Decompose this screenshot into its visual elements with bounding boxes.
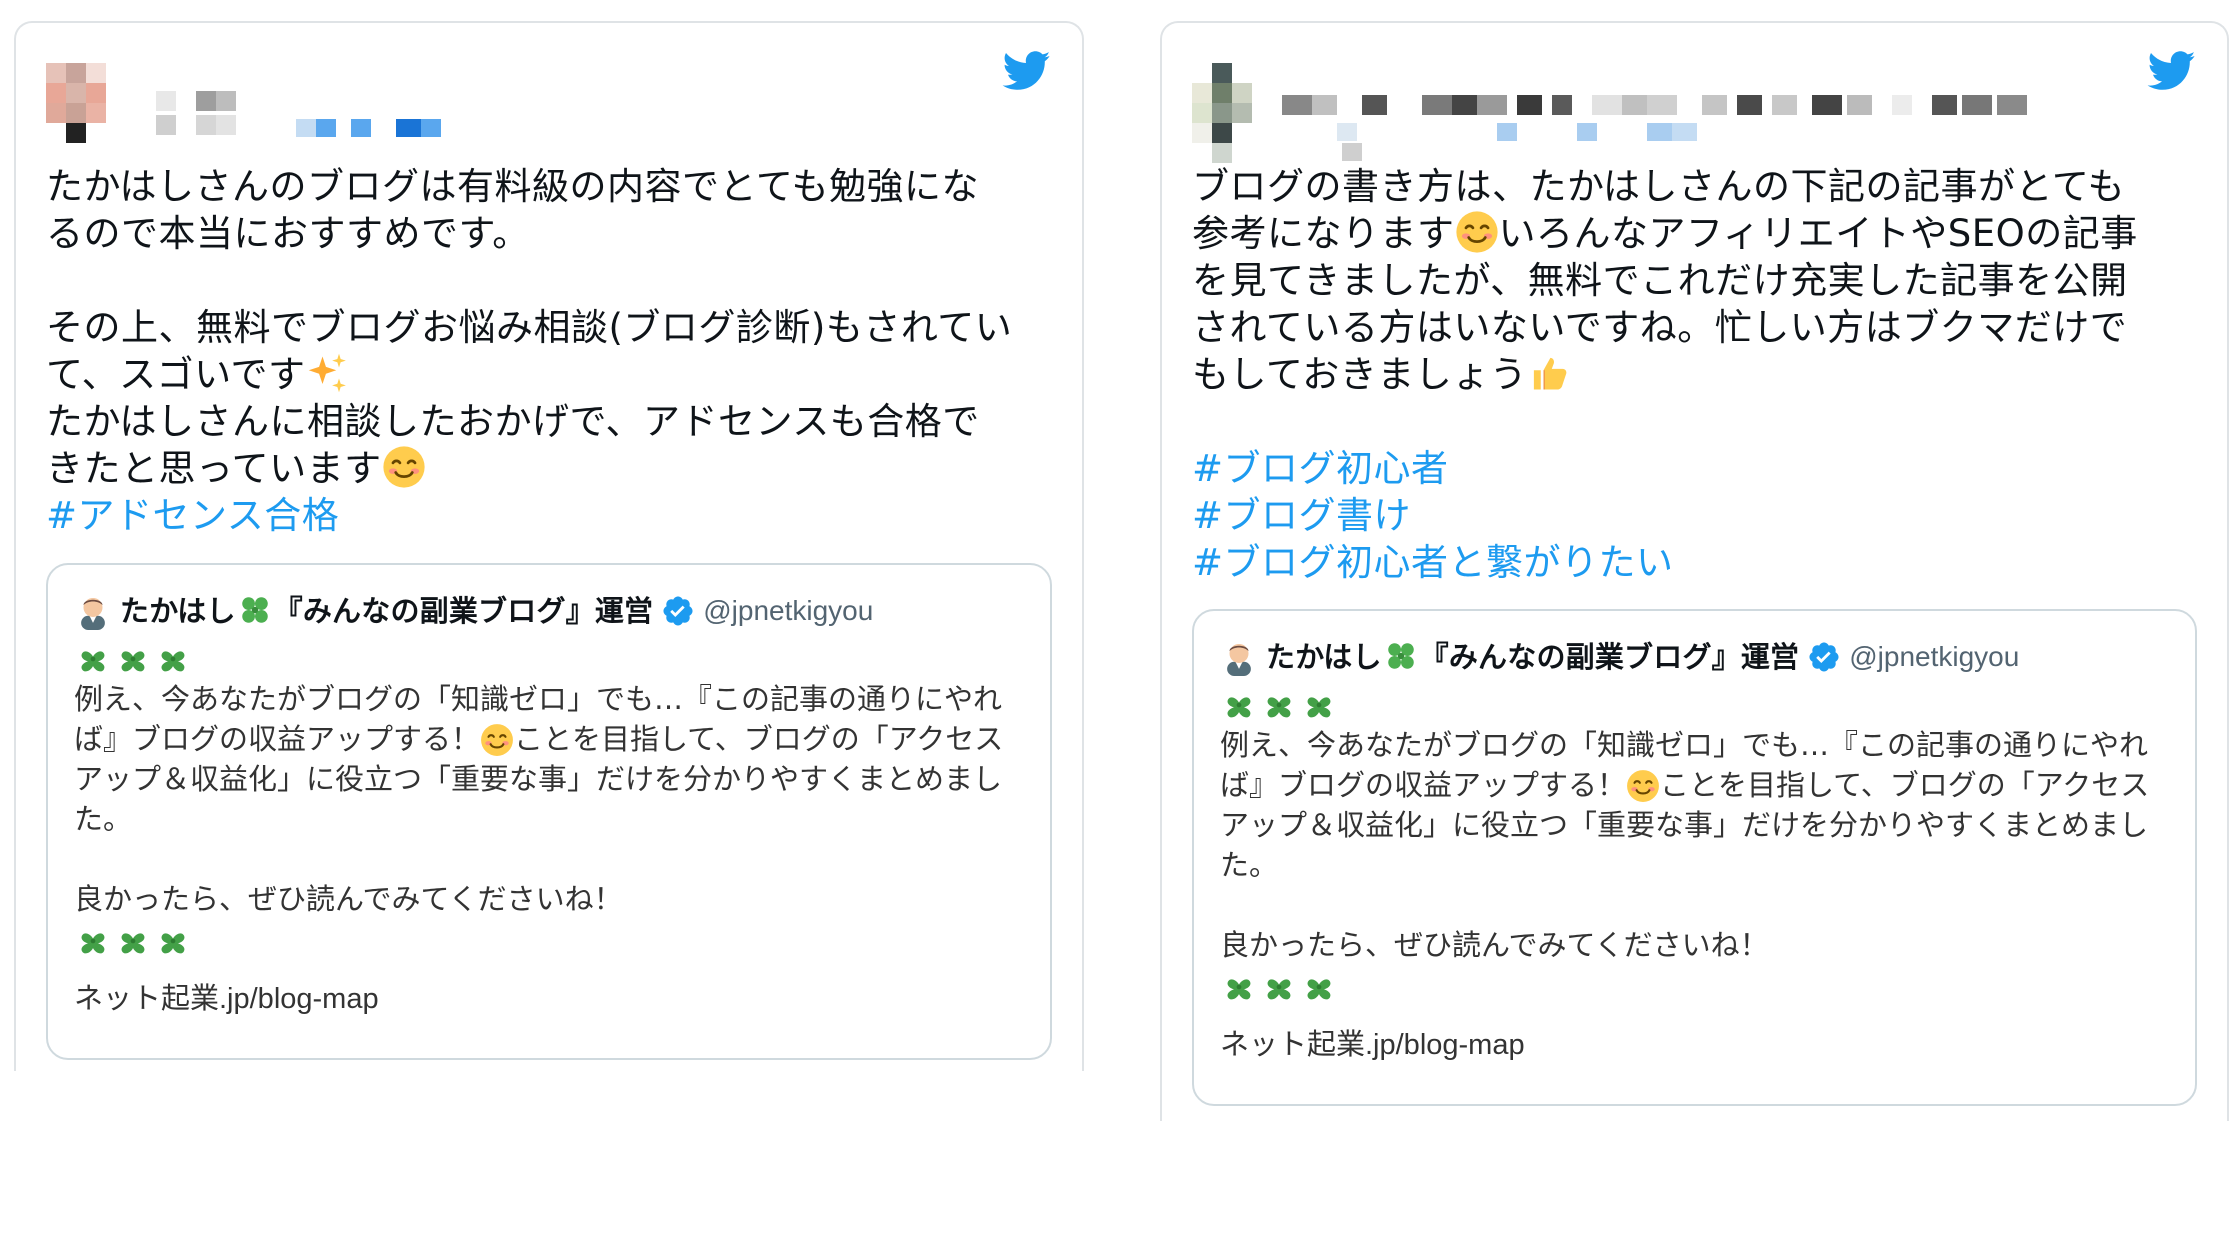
tweet-line: を見てきましたが、無料でこれだけ充実した記事を公開 [1192,259,2128,302]
tweet-line: されている方はいないですね。忙しい方はブクマだけで [1192,306,2128,349]
quoted-tweet-link[interactable]: ネット起業.jp/blog-map [74,979,1024,1019]
clover-icon [1300,968,1338,1006]
smiling-face-emoji [382,445,426,489]
tweet-line: きたと思っています [46,445,1052,492]
hashtag-link[interactable]: #アドセンス合格 [46,492,1052,539]
hashtag-link[interactable]: #ブログ初心者 [1192,445,2197,492]
clover-icon [114,640,152,678]
tweet-text: ブログの書き方は、たかはしさんの下記の記事がとても 参考になります いろんなアフィリ… [1192,163,2197,586]
clover-row [74,639,1024,679]
quoted-author-handle[interactable]: @jpnetkigyou [1849,637,2019,677]
twitter-bird-icon[interactable] [1002,51,1052,91]
smiling-face-emoji [480,723,514,757]
twitter-bird-icon[interactable] [2147,51,2197,91]
thumbs-up-emoji [1527,351,1571,395]
tweet-line: るので本当におすすめです。 [46,212,530,255]
quoted-tweet-link[interactable]: ネット起業.jp/blog-map [1220,1025,2169,1065]
clover-icon [1260,686,1298,724]
quoted-author-avatar[interactable] [74,592,112,630]
clover-icon [154,922,192,960]
clover-icon [114,922,152,960]
tweet-line: その上、無料でブログお悩み相談(ブログ診断)もされてい [46,306,1013,349]
avatar[interactable] [46,63,106,143]
clover-row [74,921,1024,961]
quoted-tweet[interactable]: たかはし 『みんなの副業ブログ』運営 @jpnetkigyou 例え、今あなたがブ… [46,563,1052,1060]
clover-row [1220,685,2169,725]
smiling-face-emoji [1626,769,1660,803]
quoted-tweet[interactable]: たかはし 『みんなの副業ブログ』運営 @jpnetkigyou 例え、今あなたがブ… [1192,609,2197,1106]
tweet-line [46,257,1052,304]
clover-icon [74,922,112,960]
clover-icon [1384,639,1418,673]
verified-badge-icon [1807,640,1841,674]
quoted-author-name[interactable]: たかはし 『みんなの副業ブログ』運営 [120,591,653,631]
hashtag-link[interactable]: #ブログ初心者と繋がりたい [1192,539,2197,586]
quoted-author-avatar[interactable] [1220,638,1258,676]
tweet-line: たかはしさんのブログは有料級の内容でとても勉強にな [46,165,980,208]
tweet-line: ブログの書き方は、たかはしさんの下記の記事がとても [1192,165,2126,208]
tweet-text: たかはしさんのブログは有料級の内容でとても勉強にな るので本当におすすめです。 そ… [46,163,1052,539]
tweet-card[interactable]: たかはしさんのブログは有料級の内容でとても勉強にな るので本当におすすめです。 そ… [14,21,1084,1071]
clover-icon [154,640,192,678]
clover-icon [238,593,272,627]
quoted-author-handle[interactable]: @jpnetkigyou [703,591,873,631]
tweet-line: て、スゴいです [46,351,1052,398]
quoted-author-name[interactable]: たかはし 『みんなの副業ブログ』運営 [1266,637,1799,677]
tweet-line: 参考になります いろんなアフィリエイトやSEOの記事 [1192,210,2138,255]
clover-icon [1260,968,1298,1006]
clover-icon [1220,968,1258,1006]
avatar[interactable] [1192,63,1252,163]
clover-icon [1300,686,1338,724]
clover-row [1220,967,2169,1007]
clover-icon [74,640,112,678]
clover-icon [1220,686,1258,724]
hashtag-link[interactable]: #ブログ書け [1192,492,2197,539]
verified-badge-icon [661,594,695,628]
tweet-line: もしておきましょう [1192,351,2197,398]
tweet-line: たかはしさんに相談したおかげで、アドセンスも合格で [46,400,980,443]
quoted-tweet-text: 例え、今あなたがブログの「知識ゼロ」でも…『この記事の通りにやれ ば』ブログの収益… [74,682,1004,916]
quoted-tweet-text: 例え、今あなたがブログの「知識ゼロ」でも…『この記事の通りにやれ ば』ブログの収益… [1220,728,2150,962]
smiling-face-emoji [1455,210,1499,254]
tweet-card[interactable]: ブログの書き方は、たかはしさんの下記の記事がとても 参考になります いろんなアフィリ… [1160,21,2229,1121]
sparkles-emoji [306,351,350,395]
